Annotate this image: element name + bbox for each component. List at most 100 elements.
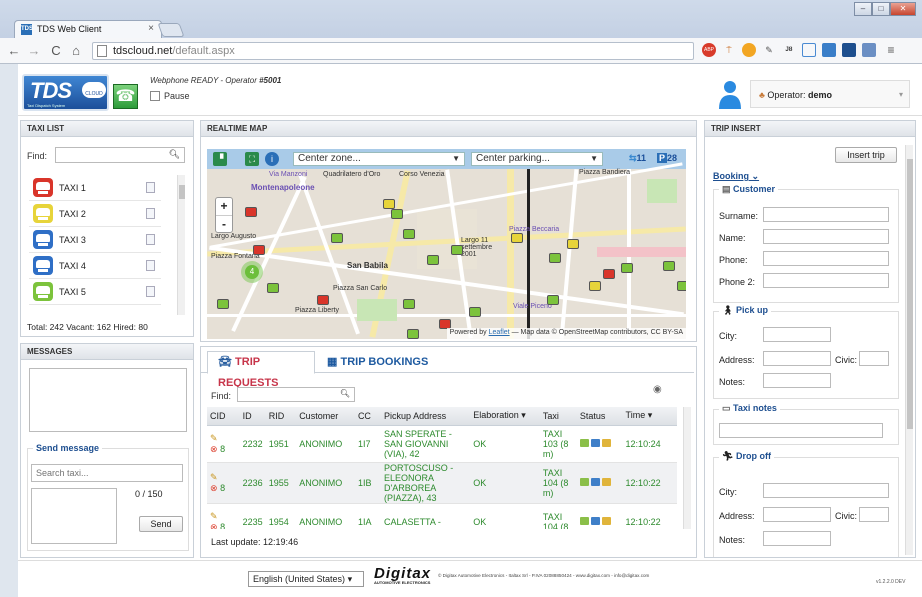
pickup-notes-input[interactable] <box>763 373 831 388</box>
column-header[interactable]: Customer <box>296 407 355 426</box>
map-taxi-marker[interactable] <box>267 283 279 293</box>
map-taxi-marker[interactable] <box>589 281 601 291</box>
dropoff-city-input[interactable] <box>763 483 889 498</box>
pickup-address-input[interactable] <box>763 351 831 366</box>
delete-icon[interactable]: ⊗ <box>210 522 218 530</box>
menu-icon[interactable]: ≡ <box>884 43 898 57</box>
taxi-list-item[interactable]: TAXI 3 <box>29 227 161 253</box>
center-zone-select[interactable]: Center zone... ▼ <box>293 152 465 166</box>
column-header[interactable]: ID <box>239 407 266 426</box>
document-icon[interactable] <box>146 260 155 271</box>
zoom-out-button[interactable]: - <box>216 216 232 234</box>
table-row[interactable]: ✎ ⊗ 8 2232 1951 ANONIMO 1I7 SAN SPERATE - SAN … <box>207 425 677 463</box>
message-text-input[interactable] <box>31 488 117 544</box>
map-taxi-marker[interactable] <box>403 229 415 239</box>
leaflet-link[interactable]: Leaflet <box>489 329 510 336</box>
search-taxi-input[interactable] <box>31 464 183 482</box>
map-taxi-marker[interactable] <box>567 239 579 249</box>
dropoff-civic-input[interactable] <box>859 507 889 522</box>
dropoff-address-input[interactable] <box>763 507 831 522</box>
center-parking-select[interactable]: Center parking... ▼ <box>471 152 603 166</box>
extension-screen-icon[interactable] <box>822 43 836 57</box>
booking-link[interactable]: Booking ⌄ <box>713 171 759 182</box>
extension-pin-icon[interactable]: ⍑ <box>722 43 736 57</box>
column-header[interactable]: CC <box>354 407 382 426</box>
language-select[interactable]: English (United States) ▾ <box>248 571 364 587</box>
phone2-input[interactable] <box>763 273 889 288</box>
map-taxi-marker[interactable] <box>317 295 329 305</box>
insert-trip-button[interactable]: Insert trip <box>835 147 897 163</box>
search-icon[interactable]: 🔍︎ <box>340 389 350 398</box>
tab-close-icon[interactable]: × <box>148 23 154 34</box>
messages-log[interactable] <box>29 368 187 432</box>
map-layers-icon[interactable]: ▝ <box>213 152 227 166</box>
taxi-list-item[interactable]: TAXI 2 <box>29 201 161 227</box>
realtime-map[interactable]: ▝ ⛶ i Center zone... ▼ Center parking... ▼… <box>207 149 686 339</box>
map-taxi-marker[interactable] <box>549 253 561 263</box>
eye-icon[interactable]: ◉ <box>653 384 662 395</box>
name-input[interactable] <box>763 229 889 244</box>
table-row[interactable]: ✎ ⊗ 8 2235 1954 ANONIMO 1IA CALASETTA - OK TAXI … <box>207 503 677 529</box>
map-fit-icon[interactable]: ⛶ <box>245 152 259 166</box>
operator-selector[interactable]: ♣ Operator: demo ▾ <box>750 80 910 108</box>
edit-icon[interactable]: ✎ <box>210 472 218 482</box>
taxi-notes-input[interactable] <box>719 423 883 438</box>
close-window-button[interactable]: ✕ <box>890 2 916 16</box>
table-row[interactable]: ✎ ⊗ 8 2236 1955 ANONIMO 1IB PORTOSCUSO - ELEON… <box>207 462 677 504</box>
taxi-list-item[interactable]: TAXI 1 <box>29 175 161 201</box>
pickup-civic-input[interactable] <box>859 351 889 366</box>
map-taxi-marker[interactable] <box>547 295 559 305</box>
delete-icon[interactable]: ⊗ <box>210 444 218 454</box>
minimize-button[interactable]: – <box>854 2 872 16</box>
document-icon[interactable] <box>146 182 155 193</box>
map-taxi-marker[interactable] <box>677 281 686 291</box>
document-icon[interactable] <box>146 208 155 219</box>
map-taxi-marker[interactable] <box>391 209 403 219</box>
extension-smile-icon[interactable] <box>742 43 756 57</box>
edit-icon[interactable]: ✎ <box>210 433 218 443</box>
phone-input[interactable] <box>763 251 889 266</box>
document-icon[interactable] <box>146 286 155 297</box>
taxi-list-item[interactable]: TAXI 5 <box>29 279 161 305</box>
search-icon[interactable]: 🔍︎ <box>169 149 180 160</box>
back-arrow-icon[interactable]: ← <box>6 43 22 58</box>
map-taxi-marker[interactable] <box>403 299 415 309</box>
dropoff-notes-input[interactable] <box>763 531 831 546</box>
browser-tab[interactable]: TDS TDS Web Client × <box>14 20 162 38</box>
forward-arrow-icon[interactable]: → <box>26 43 42 58</box>
surname-input[interactable] <box>763 207 889 222</box>
map-taxi-marker[interactable] <box>427 255 439 265</box>
maximize-button[interactable]: □ <box>872 2 890 16</box>
document-icon[interactable] <box>146 234 155 245</box>
taxi-list-item[interactable]: TAXI 4 <box>29 253 161 279</box>
pickup-city-input[interactable] <box>763 327 831 342</box>
map-taxi-marker[interactable] <box>663 261 675 271</box>
column-header[interactable]: RID <box>265 407 297 426</box>
taxi-list-scrollbar[interactable] <box>177 175 185 315</box>
column-header[interactable]: Elaboration ▾ <box>470 407 540 426</box>
column-header[interactable]: CID <box>207 407 240 426</box>
address-bar[interactable]: tdscloud.net/default.aspx <box>92 42 694 60</box>
map-taxi-marker[interactable] <box>603 269 615 279</box>
map-taxi-marker[interactable] <box>253 245 265 255</box>
taxi-search-input[interactable]: 🔍︎ <box>55 147 185 163</box>
map-taxi-marker[interactable] <box>511 233 523 243</box>
extension-eye-icon[interactable] <box>842 43 856 57</box>
column-header[interactable]: Status <box>576 407 623 426</box>
map-taxi-marker[interactable] <box>621 263 633 273</box>
extension-capture-icon[interactable] <box>802 43 816 57</box>
reload-icon[interactable]: C <box>48 43 64 58</box>
column-header[interactable]: Taxi <box>539 407 577 426</box>
tab-trip-requests[interactable]: 🚘︎ TRIP REQUESTS <box>207 351 315 389</box>
zoom-in-button[interactable]: + <box>216 198 232 216</box>
map-taxi-marker[interactable] <box>451 245 463 255</box>
map-taxi-marker[interactable] <box>245 207 257 217</box>
map-taxi-marker[interactable] <box>469 307 481 317</box>
taxi-cluster[interactable]: 4 <box>241 261 263 283</box>
trips-scrollbar[interactable] <box>683 407 691 529</box>
column-header[interactable]: Pickup Address <box>381 407 471 426</box>
column-header[interactable]: Time ▾ <box>622 407 677 426</box>
map-taxi-marker[interactable] <box>407 329 419 339</box>
trip-insert-scrollbar[interactable] <box>905 145 913 555</box>
extension-text-icon[interactable]: ᴶᴽ <box>782 43 796 57</box>
